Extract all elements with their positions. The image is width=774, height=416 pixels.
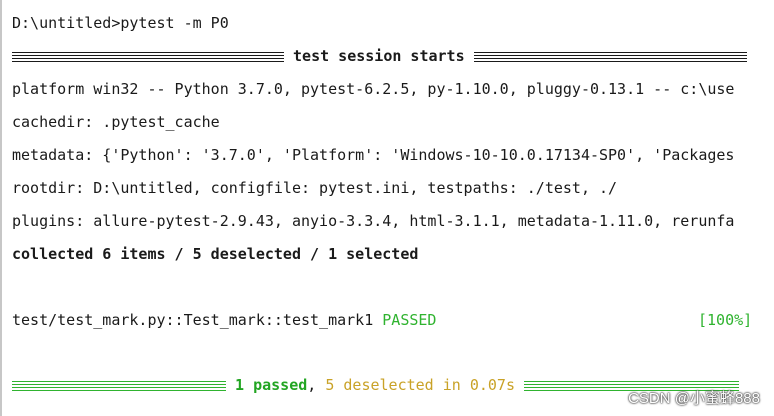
metadata-line: metadata: {'Python': '3.7.0', 'Platform'… (12, 146, 735, 164)
terminal-window: D:\untitled>pytest -m P0 test session st… (0, 0, 774, 416)
window-border (0, 0, 2, 416)
summary-deselected: 5 deselected in 0.07s (325, 376, 515, 394)
test-status: PASSED (382, 311, 437, 329)
separator-right (473, 51, 747, 62)
prompt-line: D:\untitled>pytest -m P0 (12, 14, 229, 32)
test-name: test/test_mark.py::Test_mark::test_mark1 (12, 311, 374, 329)
test-percent: [100%] (698, 311, 753, 329)
session-header-line: test session starts (12, 45, 747, 67)
cachedir-line: cachedir: .pytest_cache (12, 113, 220, 131)
rootdir-line: rootdir: D:\untitled, configfile: pytest… (12, 179, 618, 197)
summary-separator-left (12, 380, 226, 391)
csdn-watermark: CSDN @小蜜蜂888 (628, 390, 760, 407)
collected-line: collected 6 items / 5 deselected / 1 sel… (12, 245, 419, 263)
summary-passed: 1 passed (235, 376, 308, 394)
session-header-text: test session starts (293, 47, 465, 65)
summary-comma: , (307, 376, 317, 394)
test-result-line: test/test_mark.py::Test_mark::test_mark1… (12, 309, 436, 331)
plugins-line: plugins: allure-pytest-2.9.43, anyio-3.3… (12, 212, 735, 230)
platform-line: platform win32 -- Python 3.7.0, pytest-6… (12, 80, 735, 98)
separator-left (12, 51, 284, 62)
